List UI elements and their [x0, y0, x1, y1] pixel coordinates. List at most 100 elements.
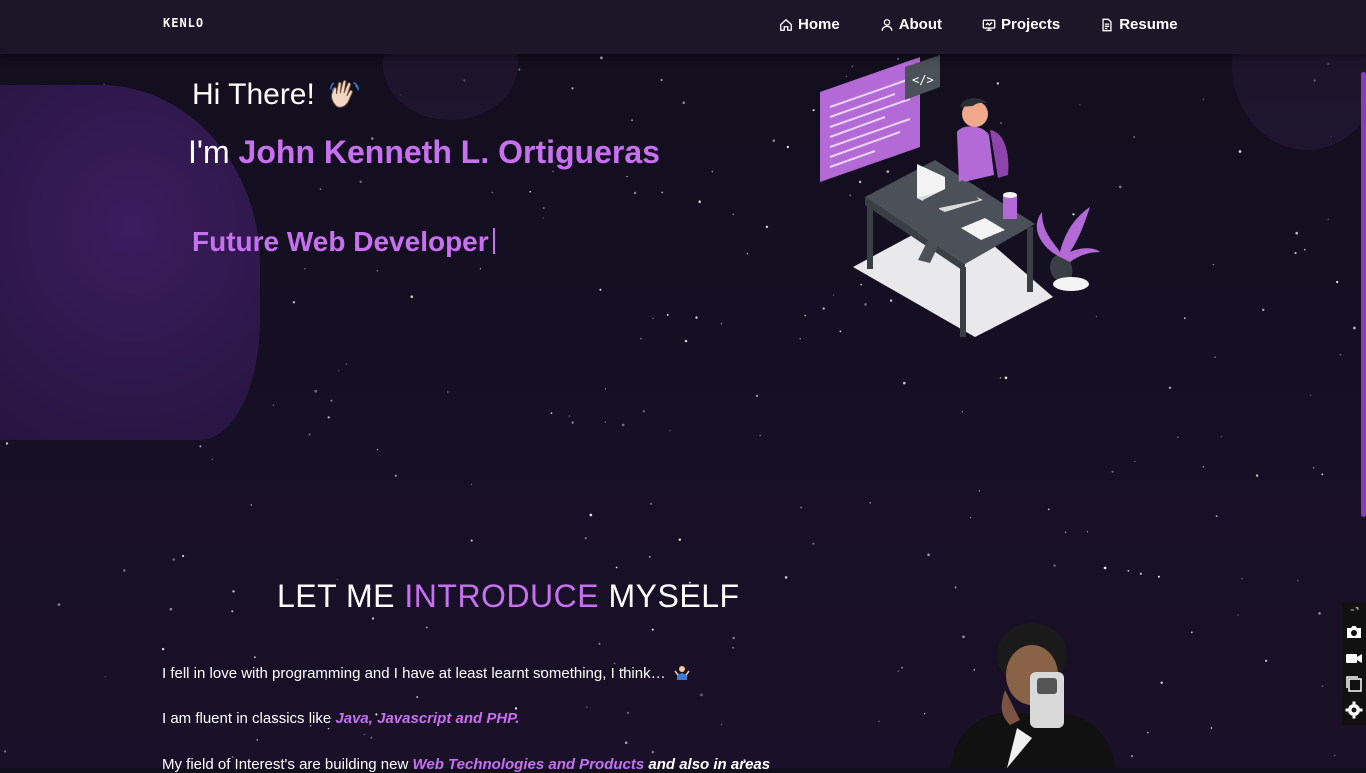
window-icon[interactable]: [1345, 675, 1363, 693]
greeting-text: Hi There!: [192, 78, 315, 111]
star: [621, 423, 625, 427]
star: [250, 504, 252, 506]
star: [1215, 515, 1218, 517]
star: [1134, 460, 1136, 462]
star: [869, 502, 871, 504]
star: [633, 191, 637, 195]
intro-title-highlight: INTRODUCE: [404, 578, 600, 614]
star: [1310, 394, 1312, 396]
star: [1064, 531, 1067, 533]
star: [479, 268, 481, 270]
star: [901, 667, 903, 669]
star: [542, 206, 545, 210]
user-icon: [881, 18, 893, 31]
star: [1220, 435, 1222, 438]
p3-interests: Web Technologies and Products: [412, 756, 645, 773]
star: [978, 490, 981, 492]
name-prefix: I'm: [188, 134, 230, 170]
star: [1321, 685, 1324, 687]
shrug-icon: [674, 666, 690, 680]
star: [304, 268, 306, 270]
star: [338, 370, 340, 372]
star: [732, 636, 735, 640]
star: [678, 538, 682, 541]
star: [1212, 263, 1215, 266]
star: [211, 458, 213, 460]
star: [1336, 280, 1339, 284]
star: [470, 483, 472, 485]
star: [416, 696, 419, 699]
star: [518, 68, 521, 71]
star: [661, 191, 664, 194]
star: [700, 693, 703, 697]
star: [812, 542, 815, 545]
star: [4, 750, 7, 753]
intro-paragraph-1: I fell in love with programming and I ha…: [162, 664, 690, 682]
star: [902, 381, 906, 385]
star: [1184, 317, 1186, 319]
star: [1339, 354, 1341, 356]
star: [1214, 356, 1217, 359]
nav-resume-label: Resume: [1119, 16, 1178, 33]
scrollbar-thumb[interactable]: [1361, 72, 1366, 517]
star: [1086, 531, 1088, 533]
hero-name-line: I'm John Kenneth L. Ortigueras: [188, 134, 660, 171]
star: [1160, 681, 1163, 684]
star: [330, 399, 333, 402]
projects-icon: [982, 19, 996, 31]
intro-paragraph-2: I am fluent in classics like Java, Javas…: [162, 710, 519, 727]
star: [1237, 614, 1239, 616]
star: [650, 502, 653, 505]
camera-icon[interactable]: [1345, 623, 1363, 641]
video-icon[interactable]: [1345, 649, 1363, 667]
star: [327, 727, 330, 730]
star: [1202, 98, 1204, 100]
star: [371, 617, 375, 620]
nav-home-link[interactable]: Home: [779, 16, 840, 33]
star: [394, 474, 397, 477]
nav-links: Home About Projects Resume: [779, 16, 1178, 33]
star: [600, 56, 603, 60]
star: [698, 200, 701, 203]
star: [1295, 231, 1298, 235]
nav-about-link[interactable]: About: [880, 16, 942, 33]
star: [571, 421, 574, 424]
star: [784, 576, 788, 579]
intro-title-a: LET ME: [277, 578, 395, 614]
developer-name: John Kenneth L. Ortigueras: [238, 134, 660, 170]
star: [626, 711, 630, 714]
link-icon[interactable]: [1347, 605, 1361, 615]
star: [1238, 150, 1242, 153]
star: [684, 339, 688, 343]
star: [786, 145, 790, 149]
nav-resume-link[interactable]: Resume: [1100, 16, 1178, 33]
settings-icon[interactable]: [1345, 701, 1363, 719]
nav-projects-link[interactable]: Projects: [982, 16, 1060, 33]
star: [682, 101, 686, 104]
star: [123, 569, 126, 572]
developer-illustration: </>: [820, 55, 1100, 337]
star: [669, 430, 671, 432]
star: [604, 421, 606, 423]
star: [999, 377, 1002, 379]
star: [568, 415, 571, 417]
star: [1321, 473, 1324, 476]
star: [308, 433, 311, 436]
star: [327, 416, 330, 419]
star: [970, 516, 972, 519]
star: [410, 295, 414, 299]
star: [57, 603, 61, 607]
star: [589, 513, 593, 517]
document-icon: [1102, 18, 1112, 31]
star: [161, 647, 165, 651]
brand-logo[interactable]: KENLO: [163, 16, 204, 30]
star: [624, 741, 628, 744]
star: [1318, 612, 1321, 615]
star: [1103, 566, 1107, 570]
star: [359, 180, 362, 183]
star: [182, 554, 185, 558]
star: [649, 556, 651, 558]
star: [695, 316, 698, 319]
star: [256, 739, 259, 741]
star: [1333, 754, 1336, 757]
